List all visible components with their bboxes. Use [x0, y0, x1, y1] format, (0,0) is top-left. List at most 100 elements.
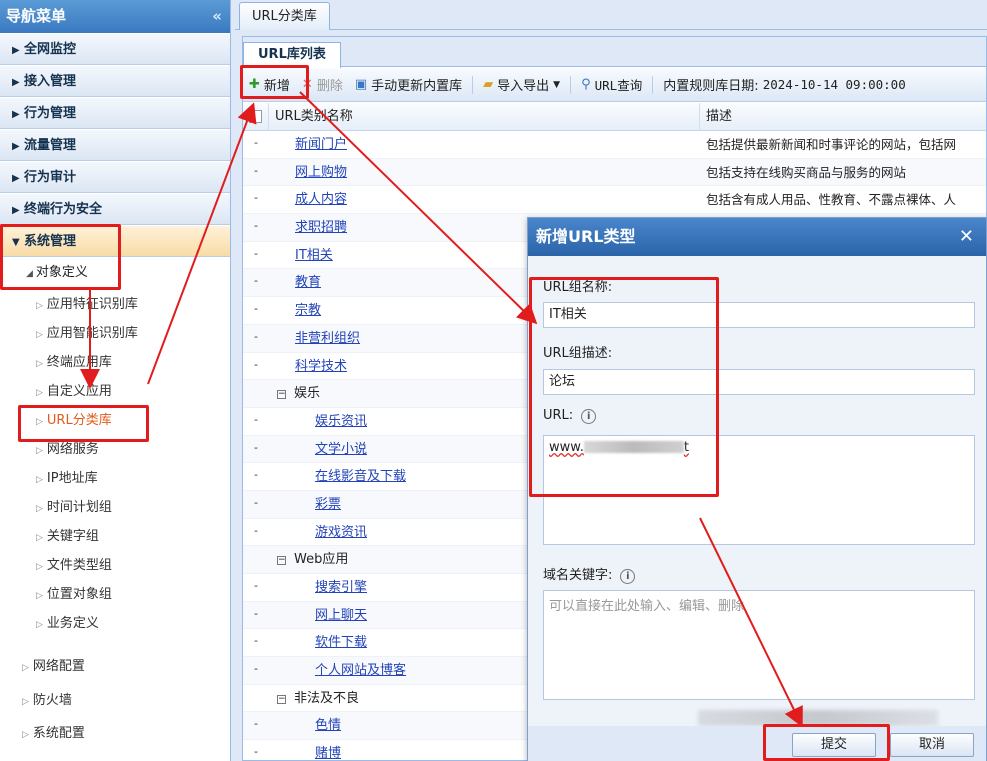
category-link[interactable]: 娱乐资讯 [315, 414, 367, 429]
sidebar-item-label: 终端应用库 [46, 355, 112, 370]
highlight-submit-button [763, 724, 890, 761]
tab-strip: URL分类库 [235, 0, 987, 30]
category-link[interactable]: 游戏资讯 [315, 525, 367, 540]
category-link[interactable]: 教育 [295, 275, 321, 290]
category-link[interactable]: 网上购物 [295, 165, 347, 180]
row-marker: - [254, 440, 258, 454]
category-label: 娱乐 [294, 386, 321, 402]
accordion-2[interactable]: ▶ 行为管理 [0, 97, 230, 129]
row-marker: - [254, 329, 258, 343]
row-marker: - [254, 274, 258, 288]
update-label: 手动更新内置库 [371, 79, 463, 94]
category-link[interactable]: 彩票 [315, 497, 341, 512]
url-query-button[interactable]: ⚲ URL查询 [575, 72, 648, 98]
column-header-desc[interactable]: 描述 [700, 103, 986, 130]
folder-icon: ▰ [483, 77, 494, 92]
sidebar-item-9[interactable]: ▷ 文件类型组 [0, 551, 230, 580]
highlight-form-fields [529, 277, 719, 497]
domain-keyword-placeholder: 可以直接在此处输入、编辑、删除 [549, 599, 745, 614]
category-link[interactable]: 个人网站及博客 [315, 663, 406, 678]
accordion-5[interactable]: ▶ 终端行为安全 [0, 193, 230, 225]
select-all-checkbox[interactable] [243, 103, 269, 130]
category-link[interactable]: 科学技术 [295, 359, 347, 374]
sidebar-item-10[interactable]: ▷ 位置对象组 [0, 580, 230, 609]
update-icon: ▣ [354, 77, 368, 92]
info-icon[interactable]: i [620, 569, 636, 584]
accordion-3[interactable]: ▶ 流量管理 [0, 129, 230, 161]
accordion-1[interactable]: ▶ 接入管理 [0, 65, 230, 97]
category-link[interactable]: 在线影音及下载 [315, 469, 406, 484]
collapse-box-icon[interactable]: − [277, 694, 286, 704]
sidebar-item-label: IP地址库 [46, 471, 98, 486]
close-icon[interactable]: ✕ [959, 218, 974, 256]
sidebar-item-label: 应用特征识别库 [46, 297, 138, 312]
toolbar-separator [472, 75, 474, 94]
update-builtin-button[interactable]: ▣ 手动更新内置库 [349, 72, 468, 98]
cancel-button[interactable]: 取消 [890, 733, 974, 757]
sidebar-group-label: 网络配置 [32, 659, 85, 674]
sidebar-item-8[interactable]: ▷ 关键字组 [0, 522, 230, 551]
sidebar-item-1[interactable]: ▷ 应用智能识别库 [0, 319, 230, 348]
row-marker: - [254, 219, 258, 233]
sidebar-item-0[interactable]: ▷ 应用特征识别库 [0, 290, 230, 319]
sidebar-item-label: 业务定义 [46, 616, 99, 631]
category-link[interactable]: 求职招聘 [295, 220, 347, 235]
caret-right-icon: ▷ [36, 533, 43, 543]
row-marker: - [254, 662, 258, 676]
table-row[interactable]: - 新闻门户 包括提供最新新闻和时事评论的网站，包括网 [243, 131, 986, 159]
sidebar-item-11[interactable]: ▷ 业务定义 [0, 609, 230, 638]
category-link[interactable]: 新闻门户 [295, 137, 347, 152]
category-link[interactable]: 宗教 [295, 303, 321, 318]
row-marker [243, 380, 269, 407]
accordion-label: 行为审计 [24, 170, 77, 185]
caret-right-icon: ▷ [36, 475, 43, 485]
caret-right-icon: ▷ [36, 359, 43, 369]
sidebar: 导航菜单 « ▶ 全网监控 ▶ 接入管理 ▶ 行为管理 ▶ 流量管理 ▶ 行为审计 ▶ 终端行为安全 … [0, 0, 231, 761]
category-link[interactable]: 赌博 [315, 746, 341, 761]
row-desc-cell: 包括支持在线购买商品与服务的网站 [706, 164, 907, 180]
domain-keyword-textarea[interactable]: 可以直接在此处输入、编辑、删除 [543, 590, 975, 700]
row-desc-cell: 包括含有成人用品、性教育、不露点裸体、人 [706, 192, 957, 208]
table-row[interactable]: - 成人内容 包括含有成人用品、性教育、不露点裸体、人 [243, 186, 986, 215]
accordion-4[interactable]: ▶ 行为审计 [0, 161, 230, 193]
accordion-0[interactable]: ▶ 全网监控 [0, 33, 230, 65]
table-row[interactable]: - 网上购物 包括支持在线购买商品与服务的网站 [243, 158, 986, 187]
accordion-label: 流量管理 [24, 138, 77, 153]
collapse-box-icon[interactable]: − [277, 556, 286, 566]
category-link[interactable]: 软件下载 [315, 635, 367, 650]
grid-header: URL类别名称 描述 [243, 103, 986, 131]
row-marker: - [254, 495, 258, 509]
import-export-button[interactable]: ▰ 导入导出 ▼ [477, 72, 566, 98]
category-link[interactable]: 搜索引擎 [315, 580, 367, 595]
row-marker: - [254, 523, 258, 537]
row-marker: - [254, 357, 258, 371]
search-icon: ⚲ [581, 77, 591, 92]
sidebar-item-label: 文件类型组 [46, 558, 112, 573]
double-chevron-left-icon[interactable]: « [212, 0, 222, 33]
collapse-box-icon[interactable]: − [277, 390, 286, 400]
category-link[interactable]: 成人内容 [295, 192, 347, 207]
category-link[interactable]: 非营利组织 [295, 331, 360, 346]
category-link[interactable]: IT相关 [295, 248, 333, 263]
sidebar-item-label: 应用智能识别库 [46, 326, 138, 341]
sidebar-item-6[interactable]: ▷ IP地址库 [0, 464, 230, 493]
category-link[interactable]: 文学小说 [315, 442, 367, 457]
column-header-name[interactable]: URL类别名称 [269, 103, 700, 130]
sidebar-group-2[interactable]: ▷ 系统配置 [0, 717, 230, 751]
sidebar-group-0[interactable]: ▷ 网络配置 [0, 650, 230, 684]
sidebar-item-3[interactable]: ▷ 自定义应用 [0, 377, 230, 406]
caret-right-icon: ▷ [22, 696, 29, 707]
row-marker [243, 546, 269, 573]
row-name-cell: 成人内容 [269, 186, 700, 213]
tab-url-library[interactable]: URL分类库 [239, 2, 330, 30]
category-link[interactable]: 网上聊天 [315, 608, 367, 623]
sidebar-item-2[interactable]: ▷ 终端应用库 [0, 348, 230, 377]
row-name-cell: 网上购物 [269, 159, 700, 186]
sidebar-item-7[interactable]: ▷ 时间计划组 [0, 493, 230, 522]
caret-right-icon: ▷ [36, 301, 43, 311]
import-export-label: 导入导出 [497, 79, 550, 94]
row-marker: - [254, 634, 258, 648]
sidebar-group-1[interactable]: ▷ 防火墙 [0, 684, 230, 718]
sidebar-group-label: 防火墙 [32, 692, 72, 708]
category-link[interactable]: 色情 [315, 718, 341, 733]
